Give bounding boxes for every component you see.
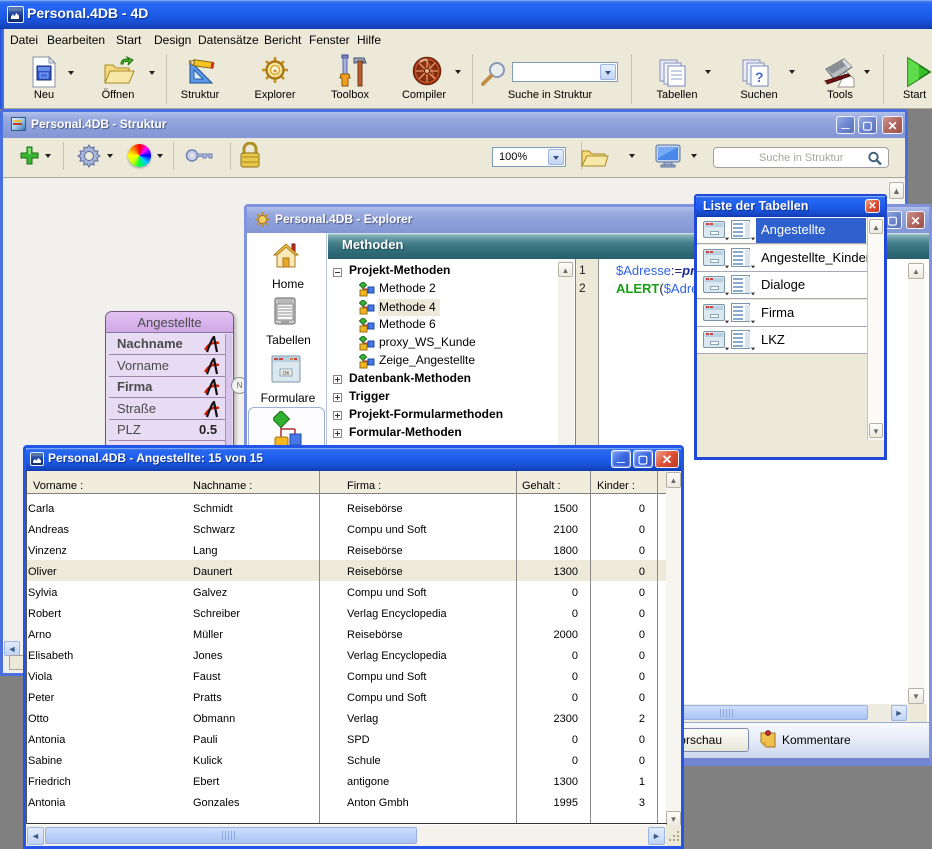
svg-text:?: ? (755, 69, 764, 85)
svg-text:OK: OK (283, 371, 291, 377)
